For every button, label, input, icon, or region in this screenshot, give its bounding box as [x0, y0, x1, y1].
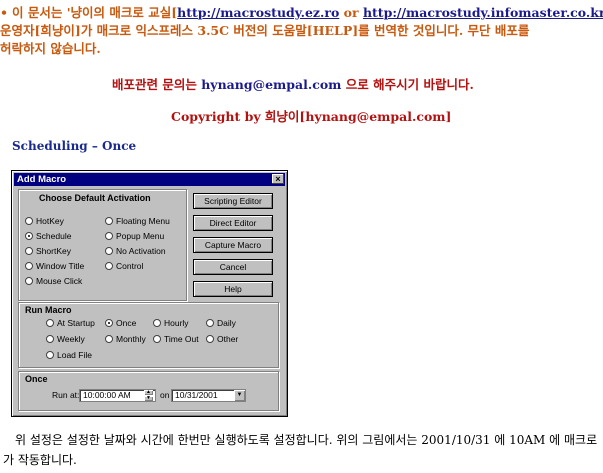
option-label: Weekly: [57, 334, 85, 344]
radio-at-startup[interactable]: At Startup: [46, 318, 95, 329]
radio-control[interactable]: Control: [105, 261, 143, 272]
radio-selected-icon[interactable]: [105, 319, 113, 327]
header-line-1: • 이 문서는 '냥이의 매크로 교실[http://macrostudy.ez.…: [0, 2, 603, 21]
radio-icon[interactable]: [46, 335, 54, 343]
option-label: Schedule: [36, 231, 72, 241]
chevron-down-icon[interactable]: ▼: [234, 390, 245, 401]
radio-weekly[interactable]: Weekly: [46, 334, 85, 345]
macrostudy-infomaster-link[interactable]: http://macrostudy.infomaster.co.kr: [363, 5, 603, 20]
footer-text: 위 설정은 설정한 날짜와 시간에 한번만 실행하도록 설정합니다. 위의 그림…: [3, 433, 598, 467]
radio-monthly[interactable]: Monthly: [105, 334, 146, 345]
radio-hourly[interactable]: Hourly: [153, 318, 189, 329]
run-macro-title: Run Macro: [25, 305, 72, 315]
once-title: Once: [25, 374, 48, 384]
contact-suffix: 으로 해주시기 바랍니다.: [341, 77, 474, 92]
option-label: Monthly: [116, 334, 146, 344]
radio-other[interactable]: Other: [206, 334, 238, 345]
option-label: Hourly: [164, 318, 189, 328]
radio-no-activation[interactable]: No Activation: [105, 246, 166, 257]
radio-load-file[interactable]: Load File: [46, 350, 92, 361]
radio-icon[interactable]: [105, 217, 113, 225]
run-macro-panel: Run Macro At Startup Once Hourly Daily W…: [18, 302, 279, 368]
radio-popup-menu[interactable]: Popup Menu: [105, 231, 164, 242]
section-title: Scheduling – Once: [12, 139, 137, 153]
spin-down-icon[interactable]: ▼: [144, 396, 153, 401]
direct-editor-button[interactable]: Direct Editor: [193, 215, 273, 231]
contact-email[interactable]: hynang@empal.com: [201, 77, 341, 92]
option-label: At Startup: [57, 318, 95, 328]
radio-floating-menu[interactable]: Floating Menu: [105, 216, 170, 227]
option-label: Floating Menu: [116, 216, 170, 226]
contact-prefix: 배포관련 문의는: [112, 77, 202, 92]
radio-daily[interactable]: Daily: [206, 318, 236, 329]
help-button[interactable]: Help: [193, 281, 273, 297]
option-label: Time Out: [164, 334, 199, 344]
radio-icon[interactable]: [25, 277, 33, 285]
dialog-title: Add Macro: [17, 174, 67, 185]
option-label: Popup Menu: [116, 231, 165, 241]
contact-line: 배포관련 문의는 hynang@empal.com 으로 해주시기 바랍니다.: [112, 74, 474, 93]
option-label: Daily: [217, 318, 236, 328]
option-label: Mouse Click: [36, 276, 83, 286]
radio-icon[interactable]: [206, 335, 214, 343]
on-label: on: [160, 390, 170, 400]
header-line1-prefix: 이 문서는 '냥이의 매크로 교실[: [12, 5, 178, 20]
option-label: Load File: [57, 350, 92, 360]
radio-icon[interactable]: [105, 335, 113, 343]
copyright-line: Copyright by 희냥이[hynang@empal.com]: [171, 109, 452, 124]
header-or: or: [339, 5, 363, 20]
radio-time-out[interactable]: Time Out: [153, 334, 199, 345]
radio-icon[interactable]: [25, 262, 33, 270]
radio-icon[interactable]: [153, 335, 161, 343]
run-at-label: Run at:: [52, 390, 80, 400]
radio-icon[interactable]: [46, 351, 54, 359]
option-label: Once: [116, 318, 137, 328]
option-label: No Activation: [116, 246, 166, 256]
option-label: Control: [116, 261, 144, 271]
option-label: Other: [217, 334, 239, 344]
radio-once[interactable]: Once: [105, 318, 136, 329]
option-label: ShortKey: [36, 246, 71, 256]
radio-shortkey[interactable]: ShortKey: [25, 246, 71, 257]
bullet-icon: •: [0, 5, 8, 20]
radio-icon[interactable]: [46, 319, 54, 327]
radio-icon[interactable]: [105, 247, 113, 255]
activation-panel: Choose Default Activation HotKey Schedul…: [18, 189, 187, 301]
radio-icon[interactable]: [25, 217, 33, 225]
radio-icon[interactable]: [25, 247, 33, 255]
radio-window-title[interactable]: Window Title: [25, 261, 84, 272]
activation-title: Choose Default Activation: [39, 193, 151, 203]
radio-icon[interactable]: [206, 319, 214, 327]
dialog-titlebar[interactable]: Add Macro ×: [14, 173, 285, 186]
radio-selected-icon[interactable]: [25, 232, 33, 240]
footer-description: 위 설정은 설정한 날짜와 시간에 한번만 실행하도록 설정합니다. 위의 그림…: [3, 430, 603, 470]
radio-icon[interactable]: [105, 232, 113, 240]
macrostudy-ez-link[interactable]: http://macrostudy.ez.ro: [177, 5, 339, 20]
radio-schedule[interactable]: Schedule: [25, 231, 71, 242]
option-label: HotKey: [36, 216, 64, 226]
scripting-editor-button[interactable]: Scripting Editor: [193, 193, 273, 209]
header-line-2: 운영자[희냥이]가 매크로 익스프레스 3.5C 버전의 도움말[HELP]를 …: [0, 23, 530, 38]
radio-icon[interactable]: [105, 262, 113, 270]
add-macro-dialog: Add Macro × Choose Default Activation Ho…: [11, 170, 288, 417]
header-line-3: 허락하지 않습니다.: [0, 41, 101, 56]
cancel-button[interactable]: Cancel: [193, 259, 273, 275]
close-icon[interactable]: ×: [272, 174, 284, 184]
option-label: Window Title: [36, 261, 85, 271]
radio-hotkey[interactable]: HotKey: [25, 216, 64, 227]
once-panel: Once Run at: 10:00:00 AM ▲ ▼ on 10/31/20…: [18, 371, 279, 411]
radio-mouse-click[interactable]: Mouse Click: [25, 276, 82, 287]
radio-icon[interactable]: [153, 319, 161, 327]
capture-macro-button[interactable]: Capture Macro: [193, 237, 273, 253]
